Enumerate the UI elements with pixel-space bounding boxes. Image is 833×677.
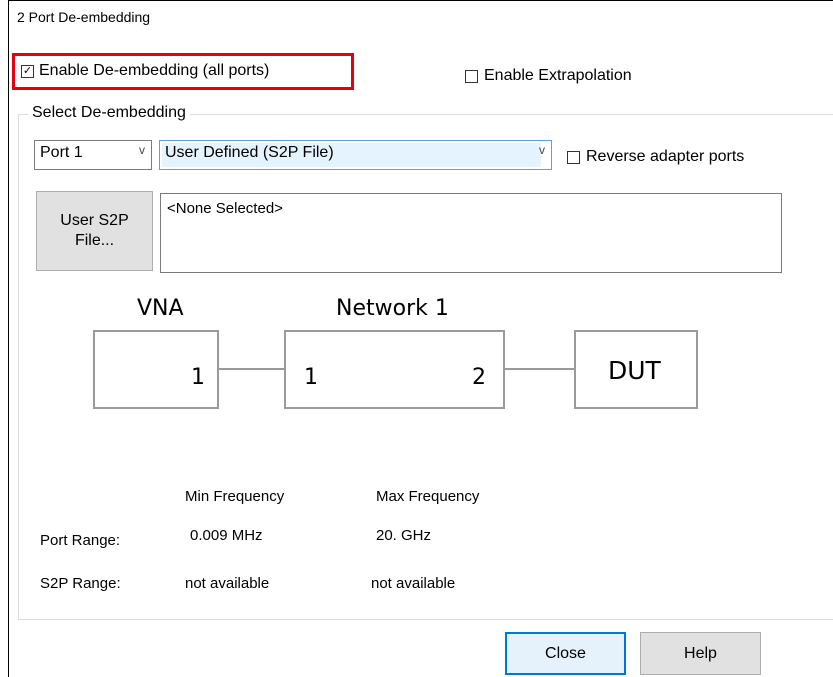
help-button[interactable]: Help	[640, 632, 761, 675]
network-block: 1 2	[284, 330, 505, 409]
window-title: 2 Port De-embedding	[17, 9, 151, 25]
s2p-range-max: not available	[371, 575, 456, 592]
connection-line	[219, 368, 284, 370]
chevron-down-icon[interactable]: v	[539, 143, 545, 157]
vna-block: 1	[93, 330, 219, 409]
window-border-top	[8, 0, 833, 1]
enable-deembedding-label: Enable De-embedding (all ports)	[39, 62, 270, 79]
max-frequency-header: Max Frequency	[376, 488, 480, 505]
vna-port-number: 1	[191, 365, 205, 390]
min-frequency-header: Min Frequency	[185, 488, 285, 505]
file-path-value: <None Selected>	[167, 200, 283, 217]
window-border-left	[8, 0, 9, 677]
network-port-left: 1	[304, 365, 318, 390]
enable-extrapolation-label: Enable Extrapolation	[484, 67, 632, 84]
user-s2p-file-button[interactable]: User S2P File...	[36, 191, 153, 271]
deembedding-type-value: User Defined (S2P File)	[165, 144, 334, 161]
enable-deembedding-checkbox[interactable]: ✓ Enable De-embedding (all ports)	[21, 62, 269, 80]
select-deembedding-title: Select De-embedding	[28, 104, 190, 122]
reverse-ports-checkbox[interactable]: Reverse adapter ports	[567, 148, 744, 166]
vna-label: VNA	[137, 296, 184, 321]
s2p-range-min: not available	[185, 575, 270, 592]
s2p-range-label: S2P Range:	[40, 575, 121, 592]
reverse-ports-label: Reverse adapter ports	[586, 148, 745, 165]
enable-extrapolation-checkbox[interactable]: Enable Extrapolation	[465, 67, 632, 85]
user-s2p-line1: User S2P	[60, 212, 129, 229]
dut-block: DUT	[574, 330, 698, 409]
port-range-min: 0.009 MHz	[190, 527, 263, 544]
user-s2p-line2: File...	[74, 232, 115, 249]
port-range-max: 20. GHz	[376, 527, 432, 544]
deembedding-type-select[interactable]: User Defined (S2P File) v	[159, 140, 552, 170]
checkbox-checked-icon[interactable]: ✓	[21, 64, 34, 78]
chevron-down-icon[interactable]: v	[139, 143, 145, 157]
port-select-value: Port 1	[40, 144, 83, 161]
network-label: Network 1	[336, 296, 449, 321]
dut-label: DUT	[608, 356, 661, 385]
port-range-label: Port Range:	[40, 532, 121, 549]
close-button[interactable]: Close	[505, 632, 626, 675]
checkbox-unchecked-icon[interactable]	[465, 69, 478, 83]
checkbox-unchecked-icon[interactable]	[567, 150, 580, 164]
port-select[interactable]: Port 1 v	[34, 140, 152, 170]
file-path-display[interactable]: <None Selected>	[160, 193, 782, 273]
connection-line	[505, 368, 574, 370]
network-port-right: 2	[472, 365, 486, 390]
